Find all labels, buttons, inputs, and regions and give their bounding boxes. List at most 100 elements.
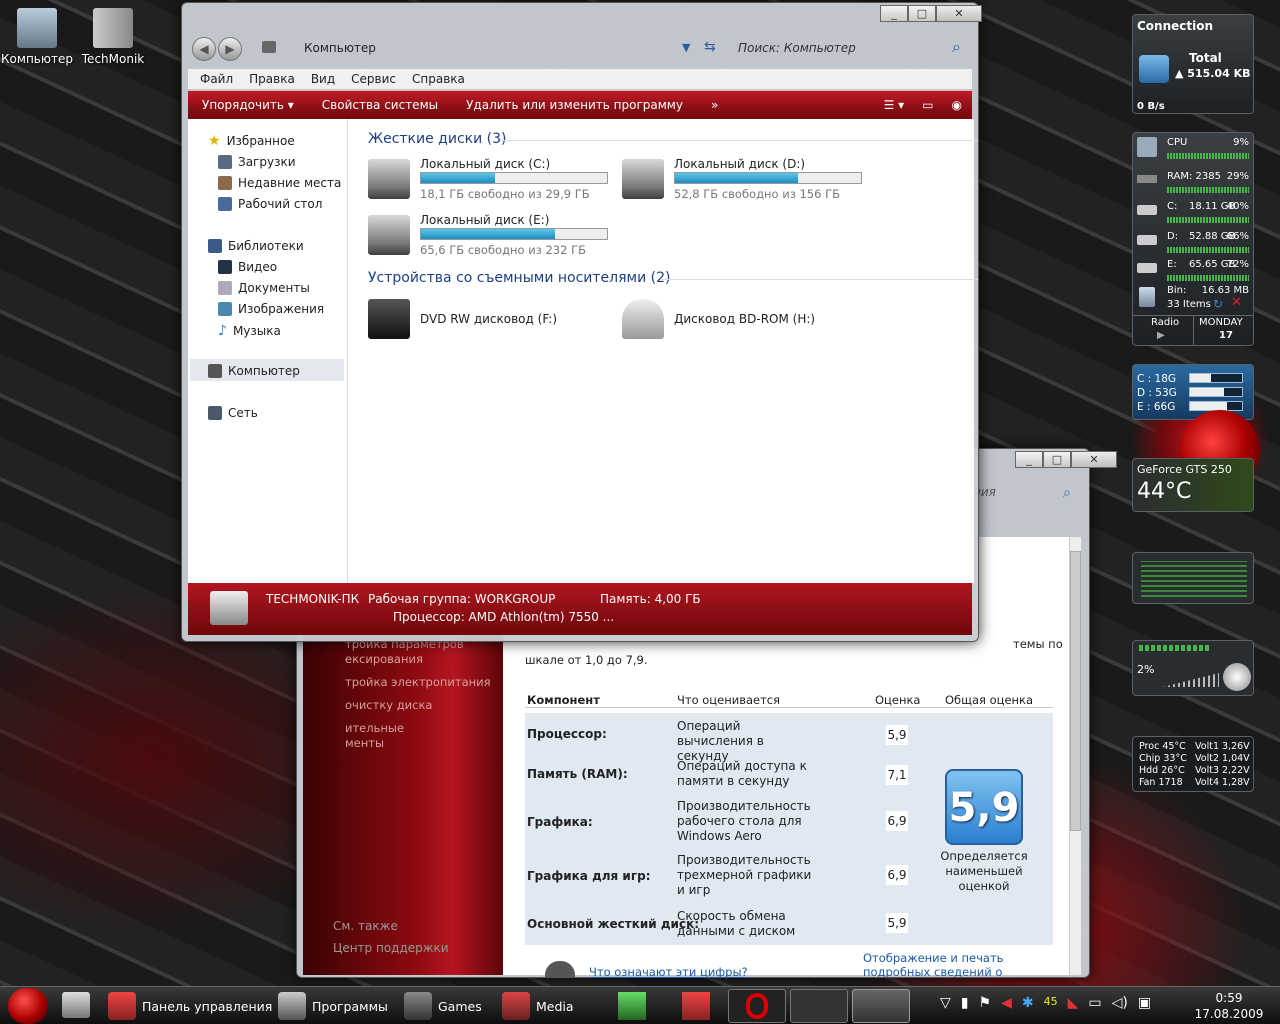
what-numbers-link[interactable]: Что означают эти цифры? [589, 965, 748, 979]
tray-volume-icon[interactable]: ◁) [1112, 995, 1128, 1011]
menu-edit[interactable]: Правка [241, 69, 303, 89]
close-button[interactable]: ✕ [936, 5, 982, 22]
drive-c[interactable]: Локальный диск (C:) 18,1 ГБ свободно из … [368, 157, 618, 209]
search-icon[interactable]: ⌕ [952, 37, 961, 57]
minimize-button[interactable]: _ [1015, 451, 1043, 468]
nav-pictures[interactable]: Изображения [218, 302, 324, 316]
tray-antivirus-icon[interactable]: ◣ [1068, 995, 1079, 1011]
tray-action-icon[interactable]: ▣ [1138, 995, 1151, 1011]
clock[interactable]: 0:59 17.08.2009 [1192, 990, 1266, 1022]
address-bar[interactable]: Компьютер [304, 41, 376, 55]
menu-file[interactable]: Файл [192, 69, 241, 89]
nav-computer[interactable]: Компьютер [208, 364, 300, 378]
nav-desktop[interactable]: Рабочий стол [218, 197, 322, 211]
nav-favorites[interactable]: ★ Избранное [208, 133, 295, 149]
drive-e[interactable]: Локальный диск (E:) 65,6 ГБ свободно из … [368, 213, 618, 265]
desktop-icon-techmonik[interactable]: TechMonik [76, 8, 150, 66]
cpu-meter-gadget[interactable] [1132, 552, 1254, 604]
dvd-drive-icon [368, 299, 410, 339]
drive-usage-bar [420, 228, 608, 240]
system-monitor-gadget[interactable]: CPU 9% RAM: 2385 29% C: 18.11 GB 40% D: … [1132, 132, 1254, 346]
removable-group-header[interactable]: Устройства со съемными носителями (2) [368, 270, 978, 286]
start-button[interactable] [8, 988, 48, 1024]
info-icon [545, 961, 575, 977]
minimize-button[interactable]: _ [880, 5, 908, 22]
search-icon[interactable]: ⌕ [1063, 485, 1071, 501]
taskbar-control-panel[interactable]: Панель управления [108, 990, 272, 1022]
menu-tools[interactable]: Сервис [343, 69, 404, 89]
desktop-icon-computer[interactable]: Компьютер [0, 8, 74, 66]
nav-recent[interactable]: Недавние места [218, 176, 341, 190]
taskbar-games[interactable]: Games [404, 990, 482, 1022]
drives-gadget[interactable]: C : 18G D : 53G E : 66G [1132, 364, 1254, 420]
nav-music[interactable]: ♪ Музыка [218, 323, 281, 339]
nav-video[interactable]: Видео [218, 260, 277, 274]
menu-view[interactable]: Вид [303, 69, 343, 89]
more-button[interactable]: » [697, 98, 732, 112]
refresh-icon[interactable]: ⇆ [704, 39, 716, 55]
nav-libraries[interactable]: Библиотеки [208, 239, 304, 253]
drive-d[interactable]: Локальный диск (D:) 52,8 ГБ свободно из … [622, 157, 872, 209]
volume-gadget[interactable]: 2% [1132, 640, 1254, 696]
uninstall-button[interactable]: Удалить или изменить программу [452, 98, 697, 112]
computer-icon [210, 591, 248, 625]
drive-f[interactable]: DVD RW дисковод (F:) [368, 297, 618, 349]
scrollbar[interactable] [1069, 537, 1081, 975]
taskbar-programs[interactable]: Программы [278, 990, 388, 1022]
help-icon[interactable]: ◉ [942, 98, 972, 112]
address-dropdown-icon[interactable]: ▼ [682, 41, 690, 54]
scrollbar-thumb[interactable] [1070, 551, 1081, 831]
maximize-button[interactable]: □ [1043, 451, 1071, 468]
menu-bar: Файл Правка Вид Сервис Справка [188, 69, 972, 90]
window-controls: _ □ ✕ [1015, 451, 1117, 468]
close-button[interactable]: ✕ [1071, 451, 1117, 468]
volume-slider[interactable] [1163, 673, 1219, 687]
control-panel-icon [108, 992, 136, 1020]
tray-number[interactable]: 45 [1044, 995, 1058, 1011]
wei-side-links[interactable]: тройка параметров ексирования тройка элек… [345, 637, 491, 751]
maximize-button[interactable]: □ [908, 5, 936, 22]
speaker-icon[interactable] [1223, 663, 1251, 691]
play-icon[interactable]: ▶ [1157, 330, 1165, 341]
taskbar-media[interactable]: Media [502, 990, 574, 1022]
menu-help[interactable]: Справка [404, 69, 473, 89]
nav-downloads[interactable]: Загрузки [218, 155, 296, 169]
taskbar-window-explorer[interactable] [790, 989, 848, 1023]
empty-bin-icon[interactable]: ✕ [1231, 295, 1242, 310]
system-properties-button[interactable]: Свойства системы [308, 98, 452, 112]
connection-gadget[interactable]: Connection Total ▲ 515.04 KB 0 B/s [1132, 14, 1254, 114]
preview-pane-icon[interactable]: ▭ [914, 98, 941, 112]
processor: Процессор: AMD Athlon(tm) 7550 ... [393, 610, 615, 624]
app-icon-green[interactable] [618, 992, 646, 1020]
app-icon-red[interactable] [682, 992, 710, 1020]
forward-button[interactable]: ▶ [218, 37, 242, 61]
tray-network-icon[interactable]: ✱ [1022, 995, 1034, 1011]
taskbar-window-active[interactable] [852, 989, 910, 1023]
gpu-temp: 44°C [1137, 479, 1192, 504]
cpu-graph [1141, 561, 1247, 597]
tray-drive-icon[interactable]: ▮ [961, 995, 969, 1011]
search-input[interactable]: Поиск: Компьютер [738, 41, 856, 55]
drive-h[interactable]: Дисковод BD-ROM (H:) [622, 297, 872, 349]
hdd-group-header[interactable]: Жесткие диски (3) [368, 131, 978, 147]
cpu-bar [1167, 151, 1249, 162]
tray-monitor-icon[interactable]: ▭ [1088, 995, 1101, 1011]
nav-network[interactable]: Сеть [208, 406, 258, 420]
tray-flag-icon[interactable]: ⚑ [979, 995, 992, 1011]
sensors-gadget[interactable]: Proc 45°C Chip 33°C Hdd 26°C Fan 1718 Vo… [1132, 736, 1254, 792]
gpu-gadget[interactable]: GeForce GTS 250 44°C [1132, 458, 1254, 512]
show-desktop-icon[interactable] [62, 992, 90, 1018]
refresh-icon[interactable]: ↻ [1213, 297, 1223, 311]
opera-button[interactable] [728, 989, 786, 1023]
support-center-link[interactable]: Центр поддержки [333, 941, 449, 955]
back-button[interactable]: ◀ [192, 37, 216, 61]
print-details-link[interactable]: Отображение и печать подробных сведений … [863, 951, 1063, 979]
view-options-icon[interactable]: ☰ ▾ [874, 98, 915, 112]
nav-documents[interactable]: Документы [218, 281, 310, 295]
clock-date: 17.08.2009 [1194, 1007, 1264, 1021]
drive-usage-fill [675, 173, 798, 183]
disk-c-bar [1167, 215, 1249, 226]
tray-icon-1[interactable]: ▽ [940, 995, 951, 1011]
tray-speaker-icon[interactable]: ◀ [1001, 995, 1012, 1011]
organize-button[interactable]: Упорядочить ▾ [188, 98, 308, 112]
